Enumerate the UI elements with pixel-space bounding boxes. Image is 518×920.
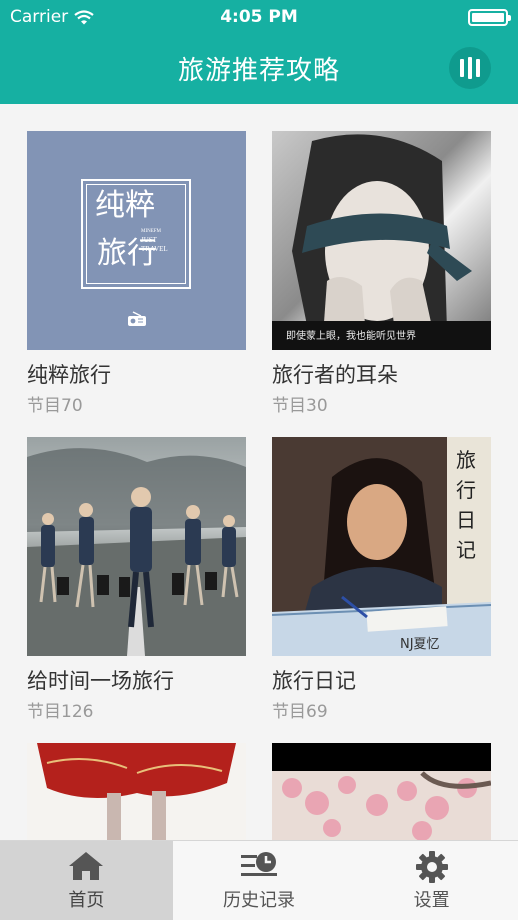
cover-logo-line1: 纯粹 [95, 188, 155, 223]
album-episode-count: 节目69 [272, 702, 328, 722]
cherry-blossom-photo [272, 771, 491, 840]
album-grid: 纯粹 旅行 MINEFM JUST TRAVEL 纯粹旅行 节目70 即使蒙上眼… [0, 104, 518, 840]
bars-icon-bar [468, 57, 472, 79]
tab-home-label: 首页 [68, 890, 105, 911]
battery-icon [468, 9, 511, 26]
bars-icon-bar [476, 59, 480, 77]
album-cover: 即使蒙上眼，我也能听见世界 [272, 131, 491, 350]
home-icon [69, 852, 104, 880]
tab-settings[interactable]: 设置 [345, 841, 518, 920]
album-episode-count: 节目70 [27, 396, 83, 416]
status-time: 4:05 PM [220, 7, 298, 27]
cover-char-4: 记 [456, 538, 476, 562]
bars-icon [460, 59, 464, 77]
cover-char-3: 日 [456, 508, 476, 532]
cover-sub-1: MINEFM [141, 229, 162, 234]
album-title: 纯粹旅行 [27, 363, 111, 387]
tab-bar: 首页 历史记录 设置 [0, 840, 518, 920]
cover-vertical-text: 旅 行 日 记 [456, 445, 476, 565]
album-title: 旅行者的耳朵 [272, 363, 398, 387]
cover-sub-3: TRAVEL [141, 245, 168, 253]
tab-history[interactable]: 历史记录 [173, 841, 346, 920]
app-screen: Carrier 4:05 PM 旅游推荐攻略 纯粹 旅行 MINEFM JUST… [0, 0, 518, 920]
red-dress-photo [37, 743, 236, 840]
album-cover [272, 743, 491, 840]
album-cover [27, 743, 246, 840]
page-title: 旅游推荐攻略 [177, 56, 340, 86]
album-cover: 旅 行 日 记 NJ夏忆 [272, 437, 491, 656]
flight-crew-photo [27, 448, 246, 656]
album-cover: 纯粹 旅行 MINEFM JUST TRAVEL [27, 131, 246, 350]
album-cover [27, 437, 246, 656]
navigation-header: Carrier 4:05 PM 旅游推荐攻略 [0, 0, 518, 104]
status-bar: Carrier 4:05 PM [0, 0, 518, 34]
tab-settings-label: 设置 [413, 890, 450, 911]
album-episode-count: 节目30 [272, 396, 328, 416]
tab-home[interactable]: 首页 [0, 841, 173, 920]
cover-char-2: 行 [456, 478, 476, 502]
cover-logo-box: 纯粹 旅行 MINEFM JUST TRAVEL [81, 179, 191, 289]
cover-sub-2: JUST [141, 236, 157, 244]
album-title: 给时间一场旅行 [27, 669, 174, 693]
radio-icon [128, 311, 146, 326]
album-episode-count: 节目126 [27, 702, 94, 722]
cover-char-1: 旅 [456, 448, 476, 472]
cover-signature: NJ夏忆 [400, 637, 440, 652]
cover-caption: 即使蒙上眼，我也能听见世界 [286, 331, 416, 342]
tab-history-label: 历史记录 [223, 890, 295, 911]
bars-menu-button[interactable] [449, 47, 491, 89]
history-icon [241, 852, 277, 876]
gear-icon [415, 851, 448, 883]
cover-logo-subtext: MINEFM JUST TRAVEL [141, 227, 168, 254]
blindfolded-woman-photo [272, 134, 491, 350]
album-title: 旅行日记 [272, 669, 356, 693]
